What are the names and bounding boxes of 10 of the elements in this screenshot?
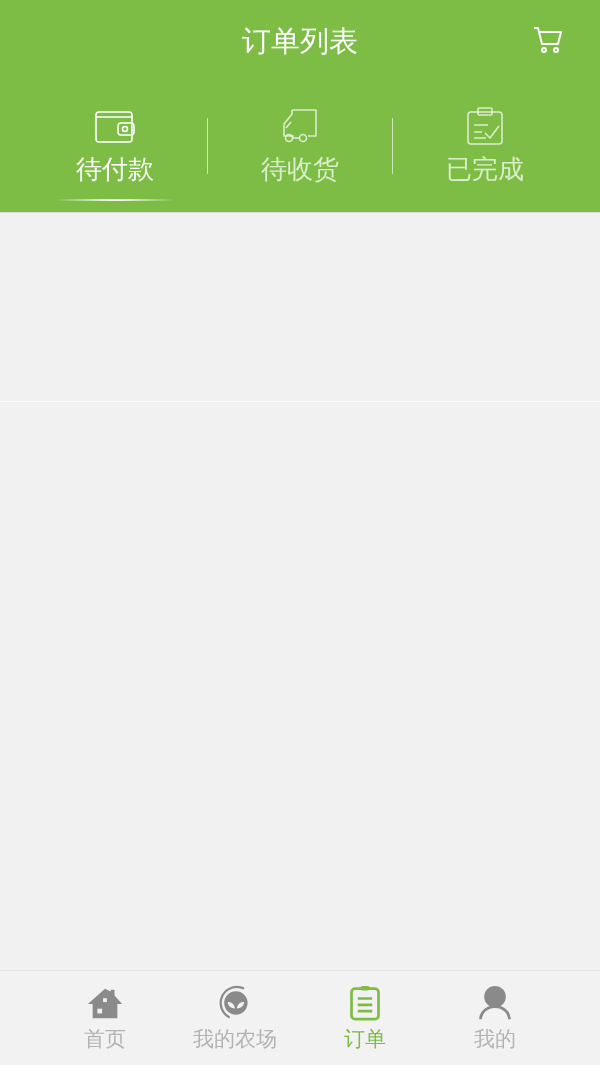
page-title: 订单列表 xyxy=(242,23,358,60)
order-tab[interactable]: 待付款 xyxy=(40,106,190,201)
order-tab[interactable]: 已完成 xyxy=(410,106,560,201)
nav-tab[interactable]: 首页 xyxy=(40,971,170,1065)
person-icon xyxy=(476,985,514,1021)
order-tab[interactable]: 待收货 xyxy=(225,106,375,201)
nav-tab[interactable]: 订单 xyxy=(300,971,430,1065)
nav-tab[interactable]: 我的农场 xyxy=(170,971,300,1065)
nav-tab[interactable]: 我的 xyxy=(430,971,560,1065)
cart-icon[interactable] xyxy=(532,24,564,56)
